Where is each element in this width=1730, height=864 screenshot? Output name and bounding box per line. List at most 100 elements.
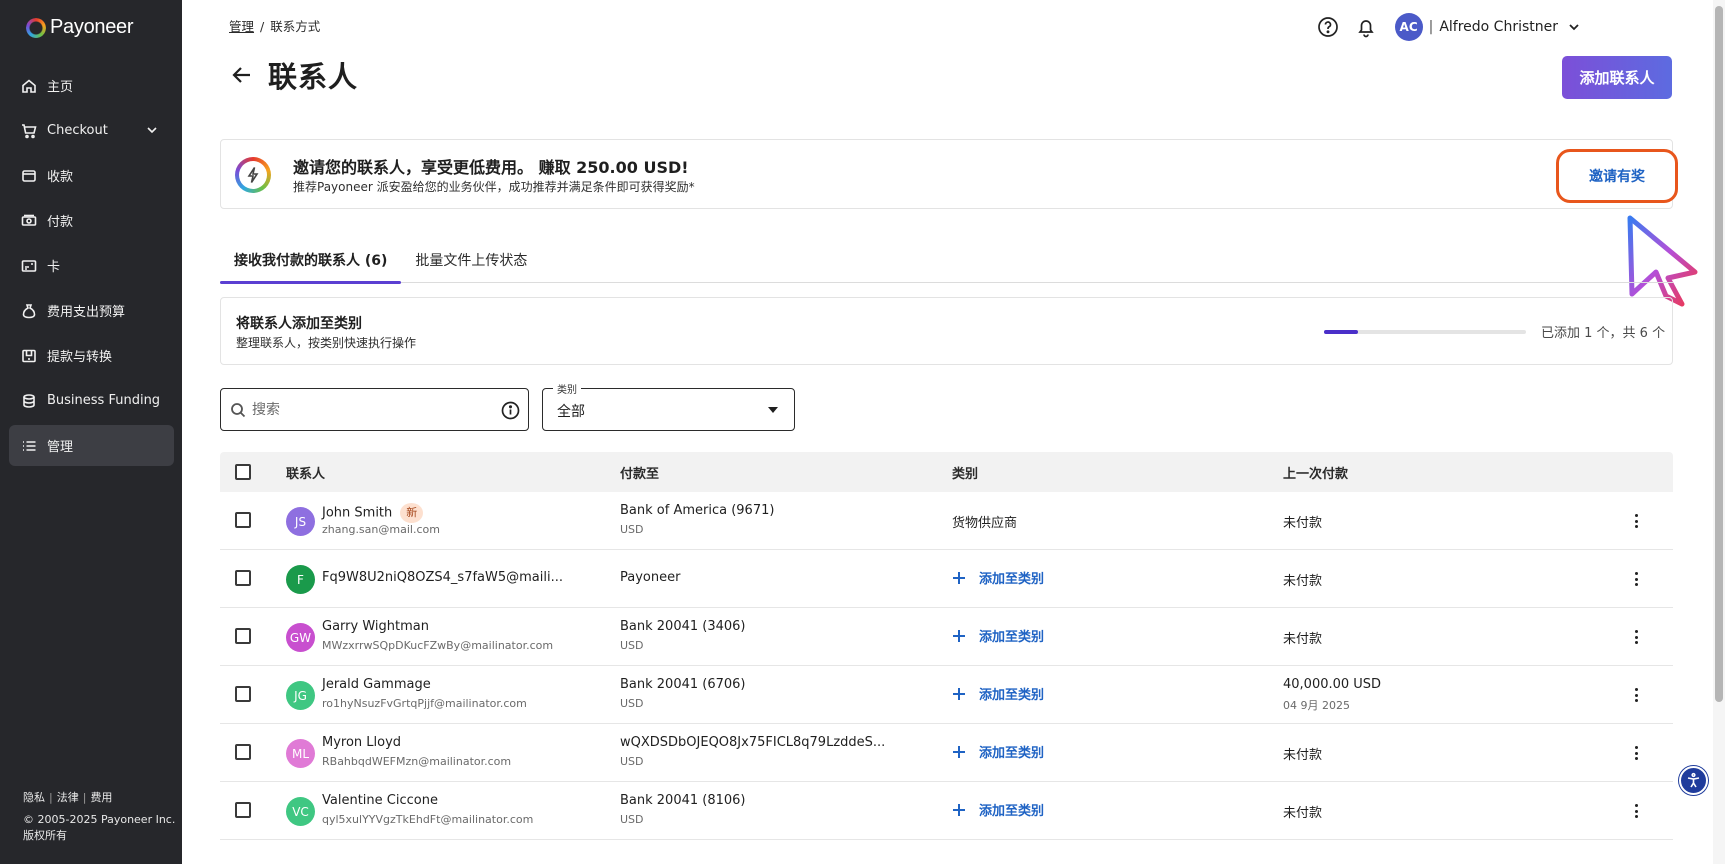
info-icon[interactable] (501, 401, 520, 420)
add-to-category-link[interactable]: 添加至类别 (952, 626, 1044, 645)
accessibility-button[interactable] (1679, 766, 1708, 795)
last-payment: 40,000.00 USD (1283, 677, 1382, 692)
sidebar-item-receive[interactable]: 收款 (9, 155, 174, 196)
sidebar-item-label: 付款 (47, 215, 74, 230)
fees-link[interactable]: 费用 (90, 791, 112, 804)
referral-banner: 邀请您的联系人，享受更低费用。 赚取 250.00 USD! 推荐Payonee… (220, 139, 1678, 209)
add-to-category-label: 添加至类别 (979, 630, 1045, 645)
category-progress-bar (1324, 330, 1526, 334)
sidebar-item-card[interactable]: 卡 (9, 245, 174, 286)
invite-reward-button[interactable]: 邀请有奖 (1556, 149, 1678, 203)
table-row[interactable]: VC Valentine Ciccone qyl5xulYYVgzTkEhdFt… (220, 782, 1673, 840)
add-to-category-label: 添加至类别 (979, 688, 1045, 703)
contact-name[interactable]: John Smith 新 (322, 503, 424, 523)
add-to-category-link[interactable]: 添加至类别 (952, 684, 1044, 703)
scrollbar-thumb[interactable] (1715, 6, 1723, 702)
row-more-menu-icon[interactable] (1628, 802, 1644, 820)
user-separator: | (1428, 19, 1434, 35)
legal-link[interactable]: 法律 (57, 791, 79, 804)
footer-separator: | (49, 791, 53, 804)
contact-name[interactable]: Valentine Ciccone (322, 793, 438, 808)
pay-to-currency: USD (620, 523, 644, 536)
pay-to-account: wQXDSDbOJEQO8Jx75FICL8q79LzddeS... (620, 735, 886, 750)
bell-icon[interactable] (1355, 16, 1377, 38)
category-progress-fill (1324, 330, 1358, 334)
sidebar-item-label: 收款 (47, 170, 74, 185)
cart-icon (21, 123, 37, 139)
row-checkbox[interactable] (235, 802, 251, 818)
sidebar-item-business-funding[interactable]: Business Funding (9, 380, 174, 421)
plus-icon (952, 687, 966, 701)
sidebar-item-label: 管理 (47, 440, 74, 455)
user-avatar[interactable]: AC (1394, 13, 1423, 41)
new-badge: 新 (400, 503, 424, 523)
contact-name[interactable]: Garry Wightman (322, 619, 429, 634)
add-to-category-link[interactable]: 添加至类别 (952, 742, 1044, 761)
sidebar-item-withdraw[interactable]: 提款与转换 (9, 335, 174, 376)
sidebar-item-label: 卡 (47, 260, 61, 275)
payment-icon (21, 213, 37, 229)
tab-bulk-upload-status[interactable]: 批量文件上传状态 (401, 242, 541, 283)
header-user-area: AC | Alfredo Christner (1317, 12, 1580, 42)
contact-name[interactable]: Myron Lloyd (322, 735, 401, 750)
row-more-menu-icon[interactable] (1628, 628, 1644, 646)
row-more-menu-icon[interactable] (1628, 512, 1644, 530)
select-all-checkbox[interactable] (235, 464, 251, 480)
contact-name[interactable]: Jerald Gammage (322, 677, 431, 692)
sidebar-item-budget[interactable]: 费用支出预算 (9, 290, 174, 331)
search-input[interactable] (252, 397, 482, 423)
table-row[interactable]: F Fq9W8U2niQ8OZS4_s7faW5@maili... Payone… (220, 550, 1673, 608)
category-value: 货物供应商 (952, 516, 1018, 531)
row-more-menu-icon[interactable] (1628, 744, 1644, 762)
chevron-down-icon (146, 124, 158, 136)
row-checkbox[interactable] (235, 628, 251, 644)
table-row[interactable]: JS John Smith 新 zhang.san@mail.com Bank o… (220, 492, 1673, 550)
row-more-menu-icon[interactable] (1628, 570, 1644, 588)
card-icon (21, 258, 37, 274)
sidebar-item-pay[interactable]: 付款 (9, 200, 174, 241)
row-more-menu-icon[interactable] (1628, 686, 1644, 704)
list-icon (21, 438, 37, 454)
chevron-down-icon[interactable] (1568, 18, 1580, 37)
category-filter-label: 类别 (553, 381, 581, 396)
page-title-row: 联系人 (230, 54, 358, 96)
pay-to-account: Bank 20041 (6706) (620, 677, 746, 692)
sidebar-item-checkout[interactable]: Checkout (9, 110, 174, 151)
sidebar-footer: 隐私 | 法律 | 费用 © 2005-2025 Payoneer Inc. 版权所有 (23, 790, 175, 844)
pay-to-account: Bank of America (9671) (620, 503, 775, 518)
column-header-category: 类别 (952, 467, 979, 482)
referral-title: 邀请您的联系人，享受更低费用。 赚取 250.00 USD! (293, 158, 689, 177)
sidebar-item-home[interactable]: 主页 (9, 65, 174, 106)
help-icon[interactable] (1317, 16, 1339, 38)
add-contact-button[interactable]: 添加联系人 (1562, 56, 1672, 99)
sidebar-item-label: 主页 (47, 80, 74, 95)
privacy-link[interactable]: 隐私 (23, 791, 45, 804)
last-payment-date: 04 9月 2025 (1283, 699, 1350, 712)
payoneer-logo[interactable]: Payoneer (26, 16, 134, 39)
sidebar-item-label: Business Funding (47, 393, 161, 408)
table-row[interactable]: ML Myron Lloyd RBahbqdWEFMzn@mailinator.… (220, 724, 1673, 782)
contact-name-text: John Smith (322, 505, 393, 521)
row-checkbox[interactable] (235, 512, 251, 528)
contact-name[interactable]: Fq9W8U2niQ8OZS4_s7faW5@maili... (322, 570, 563, 585)
sidebar-item-label: 费用支出预算 (47, 305, 126, 320)
table-row[interactable]: GW Garry Wightman MWzxrrwSQpDKucFZwBy@ma… (220, 608, 1673, 666)
table-row[interactable]: JG Jerald Gammage ro1hyNsuzFvGrtqPjjf@ma… (220, 666, 1673, 724)
user-name[interactable]: Alfredo Christner (1439, 19, 1558, 35)
category-filter-select[interactable]: 类别 全部 (542, 381, 795, 431)
page-scrollbar[interactable] (1713, 0, 1725, 864)
tab-payees[interactable]: 接收我付款的联系人 (6) (220, 242, 402, 284)
category-prompt-subtitle: 整理联系人，按类别快速执行操作 (236, 336, 417, 350)
avatar: VC (286, 797, 315, 826)
row-checkbox[interactable] (235, 686, 251, 702)
row-checkbox[interactable] (235, 570, 251, 586)
breadcrumb-manage-link[interactable]: 管理 (229, 19, 254, 34)
category-filter-value: 全部 (557, 404, 585, 420)
add-to-category-link[interactable]: 添加至类别 (952, 568, 1044, 587)
sidebar-item-manage[interactable]: 管理 (9, 425, 174, 466)
back-arrow-icon[interactable] (230, 63, 254, 87)
logo-text: Payoneer (50, 16, 134, 38)
add-to-category-link[interactable]: 添加至类别 (952, 800, 1044, 819)
row-checkbox[interactable] (235, 744, 251, 760)
sidebar-item-label: Checkout (47, 123, 108, 138)
